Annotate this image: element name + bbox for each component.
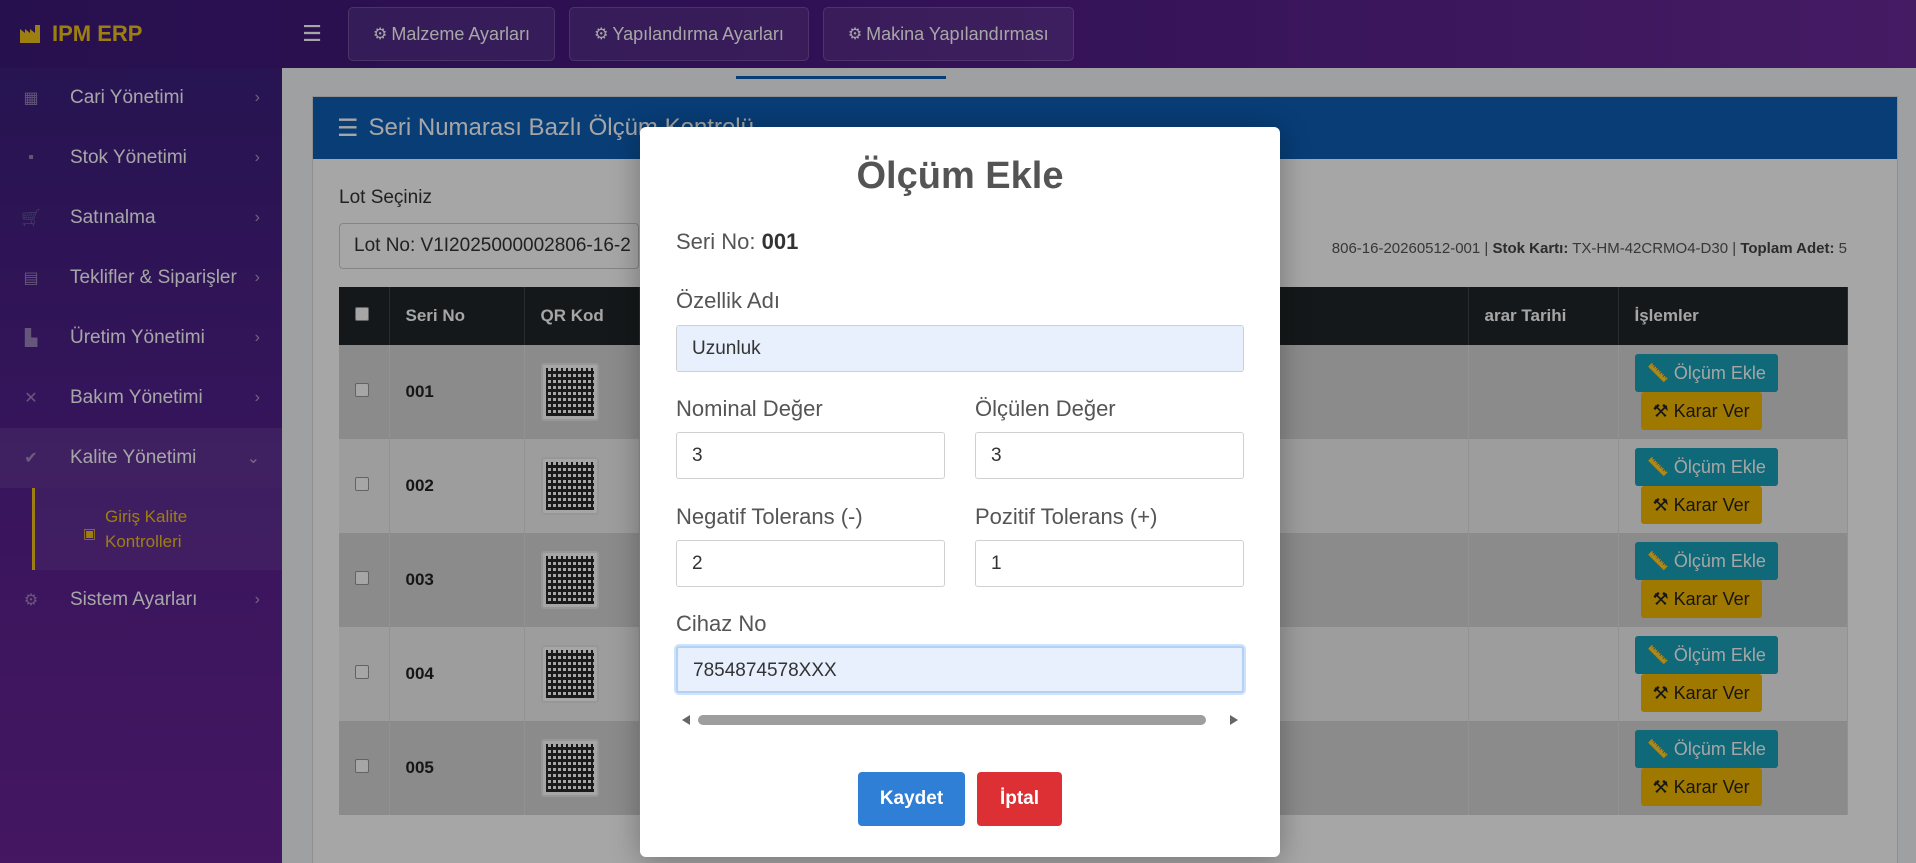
pozitif-tolerans-label: Pozitif Tolerans (+) bbox=[975, 504, 1158, 529]
cihaz-no-label: Cihaz No bbox=[676, 611, 767, 636]
modal-title: Ölçüm Ekle bbox=[856, 155, 1064, 197]
scrollbar-thumb[interactable] bbox=[698, 715, 1206, 725]
ozellik-label: Özellik Adı bbox=[676, 288, 780, 313]
horizontal-scrollbar[interactable] bbox=[676, 712, 1244, 728]
nominal-input[interactable]: 3 bbox=[676, 432, 945, 479]
olculen-input[interactable]: 3 bbox=[975, 432, 1244, 479]
modal-seri-line: Seri No: 001 bbox=[676, 229, 798, 255]
modal-seri-value: 001 bbox=[761, 229, 799, 254]
olcum-ekle-modal: Ölçüm Ekle Seri No: 001 Özellik Adı Uzun… bbox=[640, 127, 1280, 857]
iptal-button[interactable]: İptal bbox=[977, 772, 1062, 826]
scroll-right-icon[interactable] bbox=[1230, 715, 1238, 725]
negatif-tolerans-input[interactable]: 2 bbox=[676, 540, 945, 587]
scroll-left-icon[interactable] bbox=[682, 715, 690, 725]
ozellik-input[interactable]: Uzunluk bbox=[676, 325, 1244, 372]
modal-seri-label: Seri No: bbox=[676, 229, 756, 254]
pozitif-tolerans-input[interactable]: 1 bbox=[975, 540, 1244, 587]
nominal-label: Nominal Değer bbox=[676, 396, 823, 421]
olculen-label: Ölçülen Değer bbox=[975, 396, 1116, 421]
kaydet-button[interactable]: Kaydet bbox=[858, 772, 965, 826]
negatif-tolerans-label: Negatif Tolerans (-) bbox=[676, 504, 863, 529]
cihaz-no-input[interactable]: 7854874578XXX bbox=[676, 646, 1244, 693]
